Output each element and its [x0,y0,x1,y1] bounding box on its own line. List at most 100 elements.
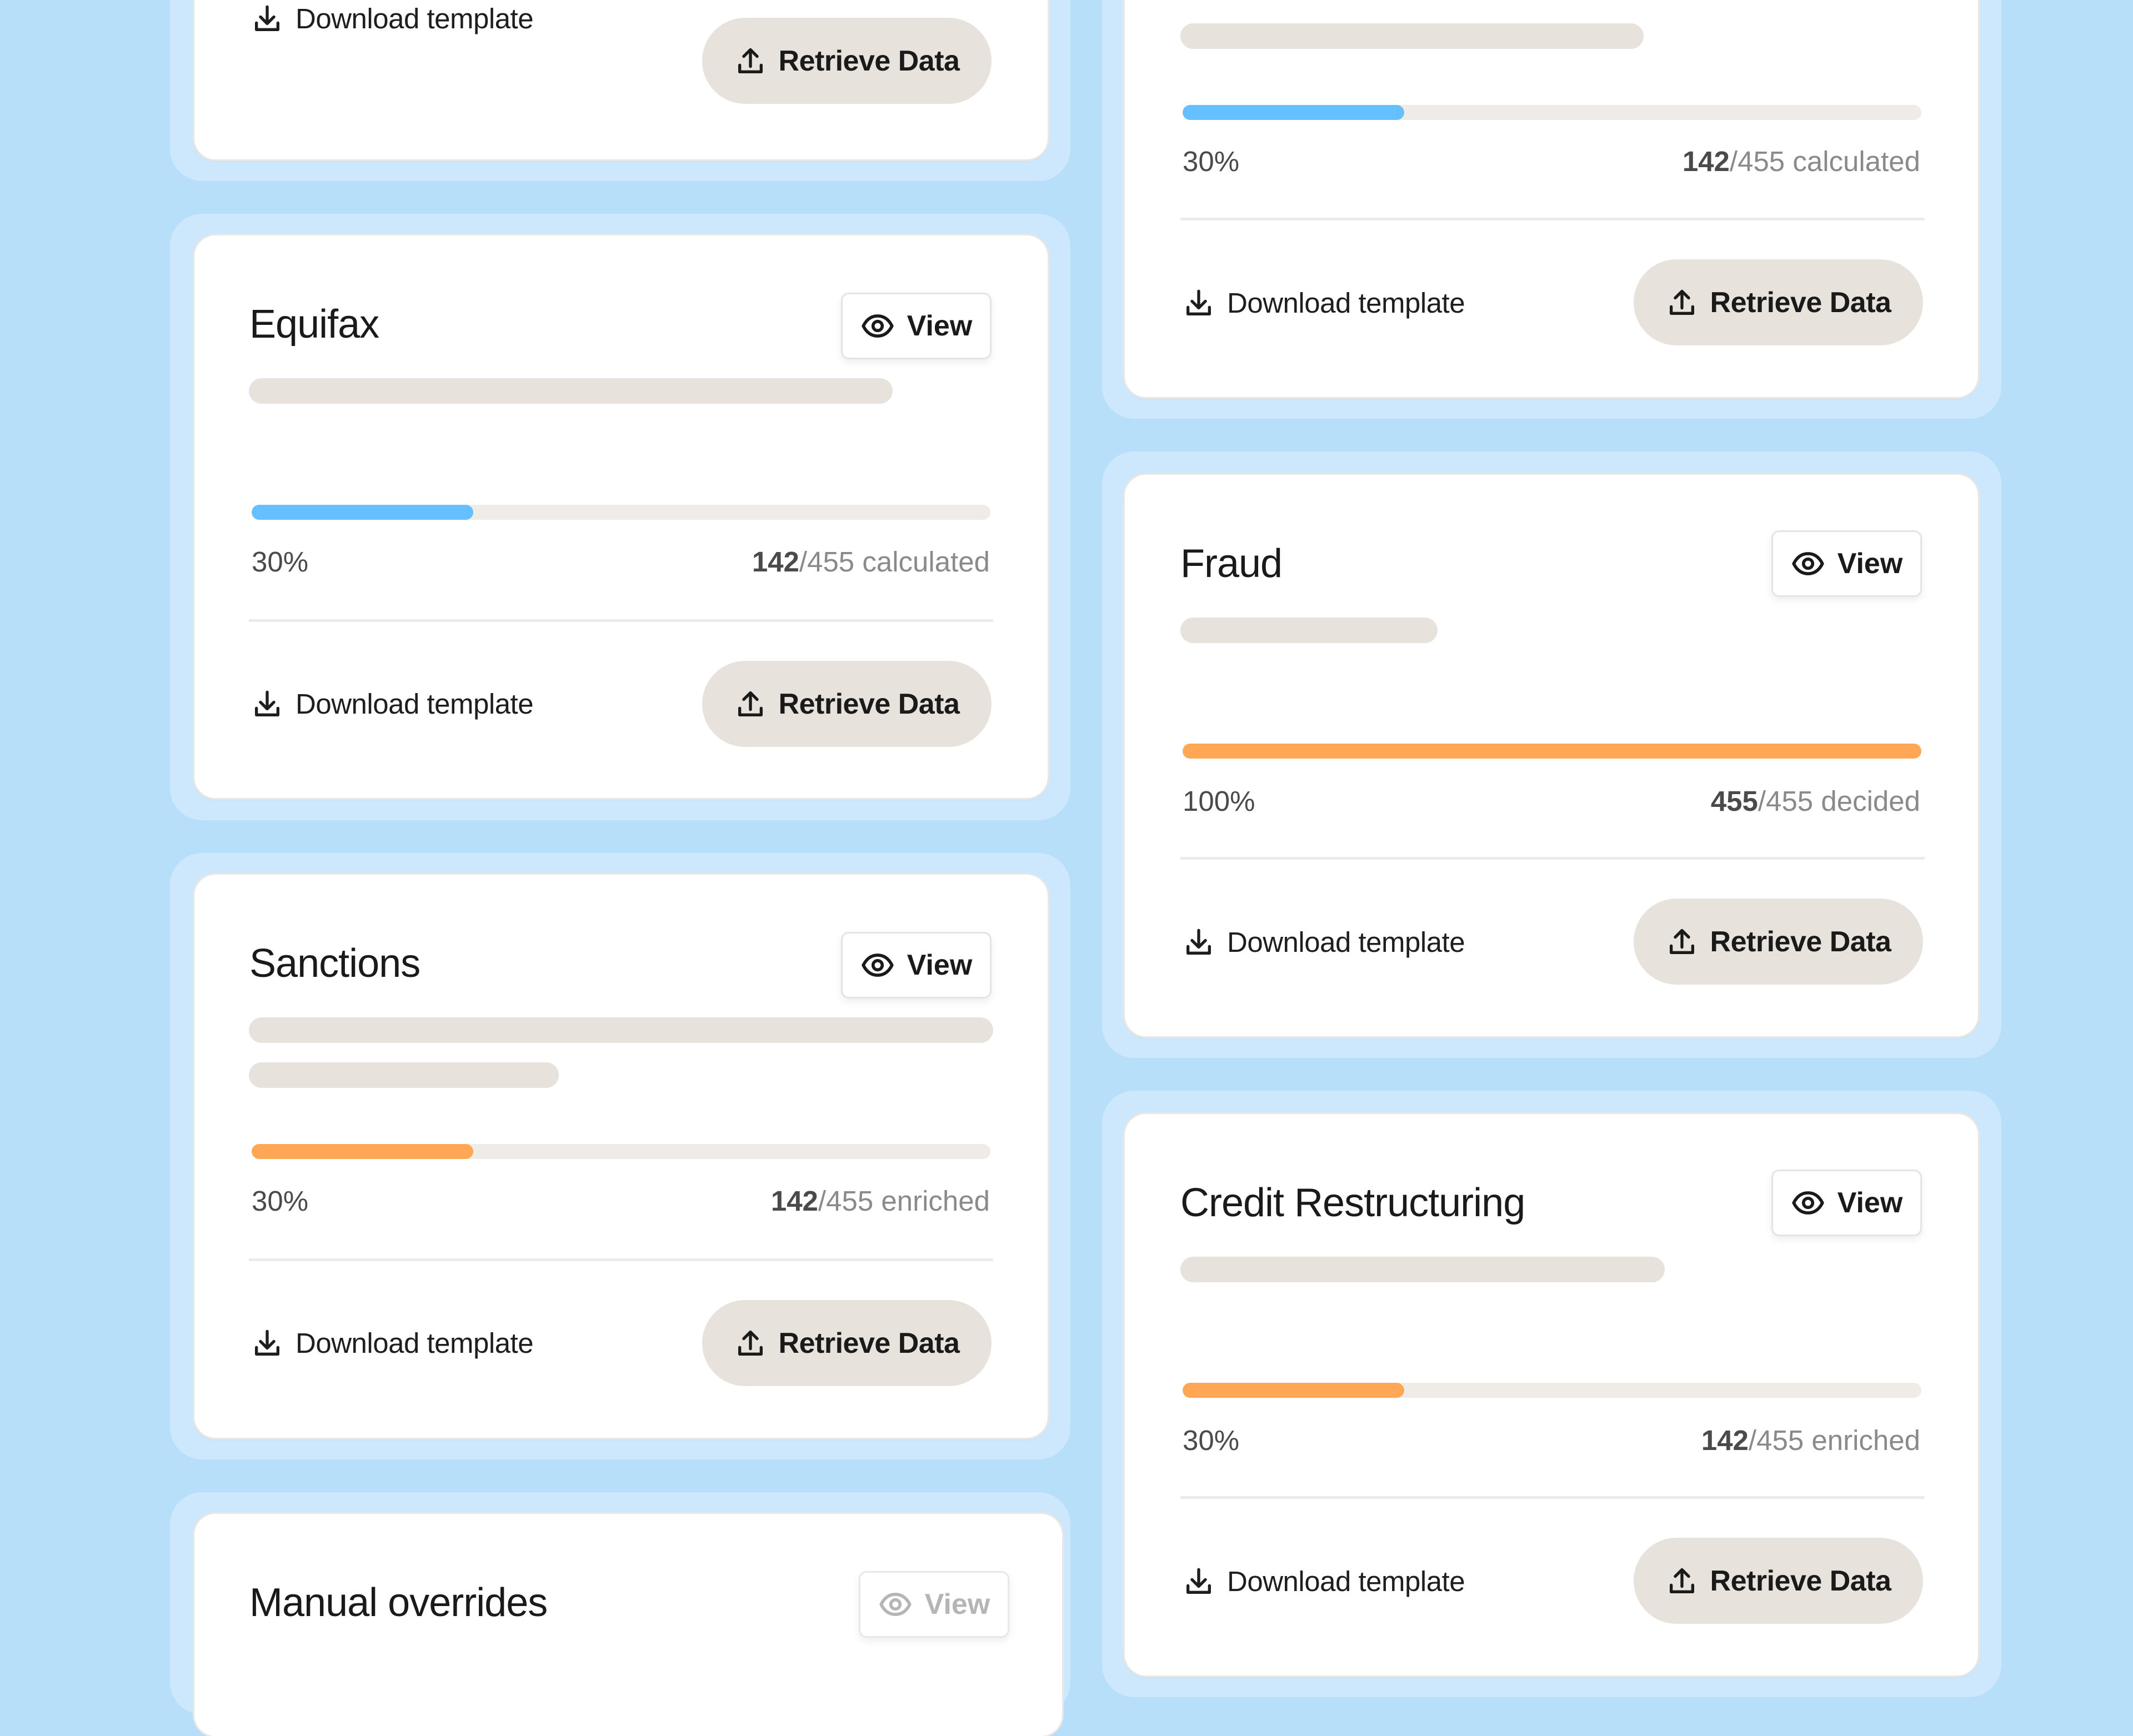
card-title: Manual overrides [249,1581,548,1625]
download-template-link[interactable]: Download template [251,688,534,720]
skeleton-line [1180,618,1438,643]
download-template-link[interactable]: Download template [251,2,534,35]
retrieve-data-button[interactable]: Retrieve Data [702,1300,992,1386]
skeleton-line [1180,1257,1665,1282]
divider [1180,1496,1925,1499]
progress-fill [1183,744,1921,759]
view-label: View [1837,1187,1903,1219]
progress-fill [252,505,473,520]
card-credit-restructuring: Credit Restructuring View 30% 142/455 en… [1125,1114,1978,1675]
progress-percent: 30% [1183,1424,1240,1456]
download-template-label: Download template [296,688,534,720]
download-template-label: Download template [1227,1566,1465,1597]
card-fraud: Fraud View 100% 455/455 decided Download… [1125,475,1978,1036]
progress-count: 142/455 enriched [1701,1426,1920,1454]
card-sanctions: Sanctions View 30% 142/455 enriched Down… [194,875,1048,1438]
progress-unit: decided [1813,785,1920,817]
progress-done: 142 [770,1185,818,1217]
progress-track [252,1144,990,1159]
view-button[interactable]: View [1771,530,1922,597]
view-button[interactable]: View [841,293,992,359]
skeleton-line [249,378,893,404]
eye-icon [878,1587,913,1622]
progress-percent: 30% [252,1185,309,1217]
retrieve-data-button[interactable]: Retrieve Data [1634,1538,1923,1624]
progress-count: 142/455 calculated [1683,147,1920,175]
progress-unit: calculated [854,546,990,578]
view-button[interactable]: View [1771,1170,1922,1236]
progress-total: /455 [1748,1424,1804,1456]
progress-done: 455 [1710,785,1758,817]
skeleton-line [249,1062,559,1088]
card-right-top: 30% 142/455 calculated Download template… [1125,0,1978,397]
progress-unit: calculated [1785,145,1920,177]
progress-done: 142 [752,546,799,578]
progress-done: 142 [1701,1424,1749,1456]
upload-icon [1666,926,1698,958]
divider [249,619,993,622]
retrieve-data-label: Retrieve Data [1710,925,1891,958]
progress-fill [1183,105,1404,120]
download-template-link[interactable]: Download template [1183,287,1465,319]
upload-icon [734,1327,767,1359]
retrieve-data-label: Retrieve Data [778,688,960,720]
card-title: Fraud [1180,541,1283,586]
download-template-link[interactable]: Download template [1183,1565,1465,1598]
upload-icon [734,45,767,77]
view-button[interactable]: View [841,932,992,999]
view-label: View [924,1588,990,1620]
upload-icon [1666,287,1698,319]
retrieve-data-button[interactable]: Retrieve Data [1634,899,1923,985]
progress-percent: 30% [252,546,309,578]
upload-icon [734,688,767,720]
download-template-label: Download template [296,3,534,34]
progress-fill [252,1144,473,1159]
card-title: Equifax [249,302,379,347]
progress-total: /455 [1729,145,1785,177]
view-label: View [1837,548,1903,580]
retrieve-data-label: Retrieve Data [778,1327,960,1359]
retrieve-data-label: Retrieve Data [778,44,960,77]
card-left-top: Download template Retrieve Data [194,0,1048,159]
retrieve-data-label: Retrieve Data [1710,286,1891,319]
card-title: Credit Restructuring [1180,1181,1525,1225]
progress-total: /455 [799,546,855,578]
download-icon [251,3,283,35]
download-icon [251,688,283,720]
retrieve-data-label: Retrieve Data [1710,1564,1891,1597]
download-template-label: Download template [1227,926,1465,958]
divider [249,1258,993,1261]
eye-icon [860,948,895,982]
progress-count: 142/455 calculated [752,548,990,576]
view-label: View [907,949,973,981]
download-icon [1183,287,1215,319]
view-button[interactable]: View [859,1571,1009,1638]
progress-done: 142 [1682,145,1730,177]
retrieve-data-button[interactable]: Retrieve Data [702,661,992,747]
card-equifax: Equifax View 30% 142/455 calculated Down… [194,235,1048,798]
progress-track [1183,1383,1921,1398]
eye-icon [860,309,895,343]
card-title: Sanctions [249,941,420,986]
progress-track [1183,105,1921,120]
retrieve-data-button[interactable]: Retrieve Data [702,18,992,104]
download-icon [1183,1566,1215,1598]
skeleton-line [249,1017,993,1043]
eye-icon [1791,1186,1825,1220]
retrieve-data-button[interactable]: Retrieve Data [1634,259,1923,345]
download-template-label: Download template [296,1327,534,1359]
progress-fill [1183,1383,1404,1398]
card-manual-overrides: Manual overrides View [194,1514,1062,1736]
view-label: View [907,310,973,342]
download-template-link[interactable]: Download template [251,1327,534,1359]
progress-total: /455 [1758,785,1814,817]
progress-percent: 30% [1183,145,1240,177]
progress-count: 142/455 enriched [771,1187,990,1215]
upload-icon [1666,1565,1698,1597]
divider [1180,857,1925,860]
progress-track [252,505,990,520]
progress-track [1183,744,1921,759]
download-template-link[interactable]: Download template [1183,926,1465,959]
divider [1180,218,1925,220]
eye-icon [1791,546,1825,581]
